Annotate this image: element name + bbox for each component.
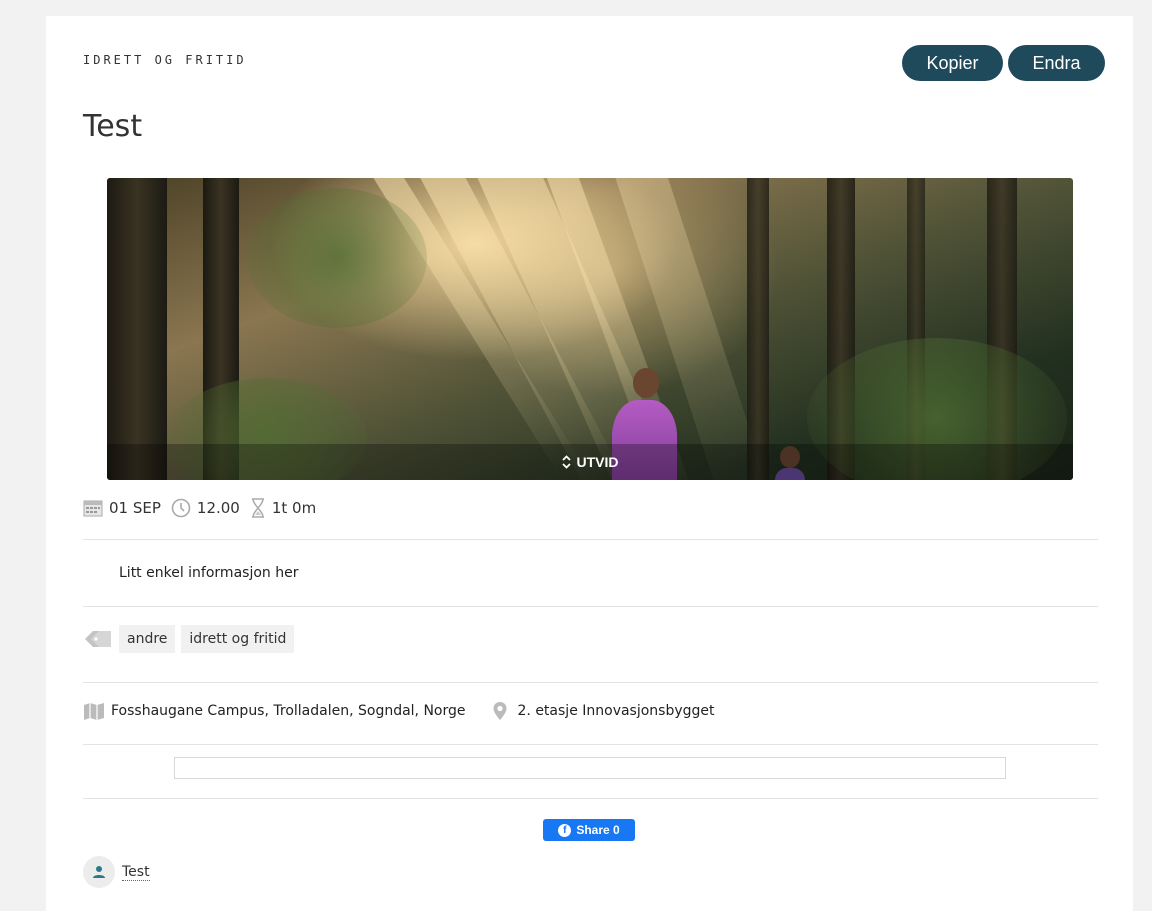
share-label: Share 0 bbox=[576, 823, 620, 837]
copy-button[interactable]: Kopier bbox=[902, 45, 1003, 81]
page-title: Test bbox=[83, 109, 143, 144]
clock-icon bbox=[171, 498, 191, 518]
address-text: Fosshaugane Campus, Trolladalen, Sogndal… bbox=[111, 703, 466, 719]
room-text: 2. etasje Innovasjonsbygget bbox=[517, 703, 715, 719]
edit-button[interactable]: Endra bbox=[1008, 45, 1105, 81]
divider bbox=[83, 606, 1098, 607]
facebook-icon: f bbox=[558, 823, 572, 837]
divider bbox=[83, 539, 1098, 540]
tree-trunk bbox=[747, 178, 769, 480]
author-link[interactable]: Test bbox=[122, 864, 150, 881]
expand-label: UTVID bbox=[576, 454, 619, 470]
event-image: UTVID bbox=[107, 178, 1073, 480]
tag-andre[interactable]: andre bbox=[119, 625, 176, 653]
event-duration: 1t 0m bbox=[250, 498, 316, 518]
location-address: Fosshaugane Campus, Trolladalen, Sogndal… bbox=[83, 701, 466, 721]
hiker-head bbox=[633, 368, 659, 398]
tag-idrett-og-fritid[interactable]: idrett og fritid bbox=[181, 625, 295, 653]
embed-frame bbox=[174, 757, 1006, 779]
event-author: Test bbox=[83, 856, 150, 888]
tags-icon bbox=[85, 631, 111, 647]
map-icon bbox=[84, 703, 104, 720]
event-time: 12.00 bbox=[171, 498, 240, 518]
divider bbox=[83, 744, 1098, 745]
location-room: 2. etasje Innovasjonsbygget bbox=[492, 701, 715, 721]
date-text: 01 SEP bbox=[109, 499, 161, 517]
event-description: Litt enkel informasjon her bbox=[119, 565, 299, 581]
hourglass-icon bbox=[251, 498, 264, 518]
event-category: IDRETT OG FRITID bbox=[83, 53, 247, 67]
event-datetime: 01 SEP 12.00 1t 0m bbox=[83, 498, 326, 518]
divider bbox=[83, 798, 1098, 799]
event-date: 01 SEP bbox=[83, 499, 161, 517]
tree-trunk bbox=[107, 178, 167, 480]
time-text: 12.00 bbox=[196, 499, 240, 517]
facebook-share-button[interactable]: f Share 0 bbox=[543, 819, 635, 841]
foliage bbox=[247, 188, 427, 328]
avatar bbox=[83, 856, 115, 888]
divider bbox=[83, 682, 1098, 683]
event-location: Fosshaugane Campus, Trolladalen, Sogndal… bbox=[83, 701, 741, 721]
duration-text: 1t 0m bbox=[271, 499, 317, 517]
calendar-icon bbox=[83, 500, 103, 517]
expand-image-button[interactable]: UTVID bbox=[107, 444, 1073, 480]
user-icon bbox=[93, 866, 105, 878]
map-pin-icon bbox=[493, 702, 507, 720]
event-card: IDRETT OG FRITID Kopier Endra Test UTVID bbox=[46, 16, 1133, 911]
event-tags: andre idrett og fritid bbox=[83, 625, 300, 653]
expand-arrows-icon bbox=[561, 455, 571, 469]
